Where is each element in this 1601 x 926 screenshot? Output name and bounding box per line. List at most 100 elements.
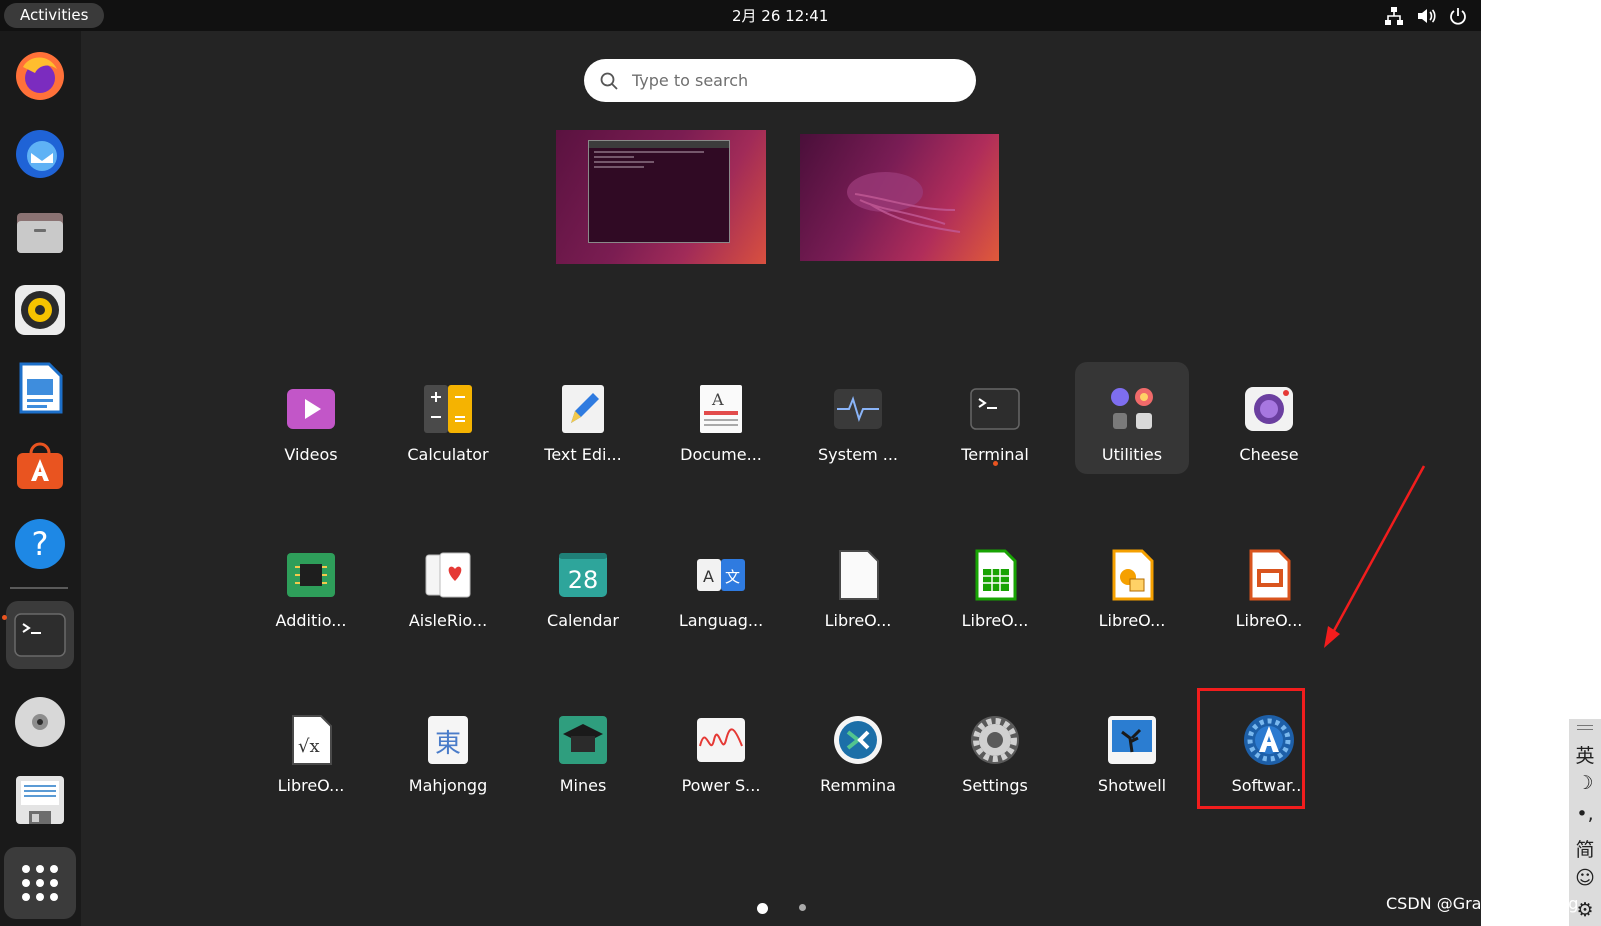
app-label: LibreO... (277, 776, 345, 795)
ubuntu-software-icon (17, 442, 63, 489)
search-bar[interactable] (584, 59, 976, 102)
dock-separator (10, 587, 68, 589)
app-tile-libreoffice-impress[interactable]: LibreO... (1212, 528, 1326, 640)
svg-text:A: A (703, 567, 714, 586)
workspace-thumbnail-1[interactable] (556, 130, 766, 264)
app-tile-aisleriot[interactable]: AisleRio... (391, 528, 505, 640)
app-label: LibreO... (1235, 611, 1303, 630)
page-indicator-2[interactable] (799, 904, 806, 911)
dock-firefox[interactable] (6, 42, 74, 110)
app-tile-libreoffice-math[interactable]: √x LibreO... (254, 693, 368, 805)
app-label: LibreO... (824, 611, 892, 630)
videos-icon (287, 389, 335, 429)
search-input[interactable] (630, 70, 934, 91)
dock: ? (0, 31, 81, 926)
save-floppy-icon (16, 776, 64, 824)
app-tile-videos[interactable]: Videos (254, 362, 368, 474)
app-label: Text Edi... (544, 445, 622, 464)
app-tile-mines[interactable]: Mines (526, 693, 640, 805)
show-apps-icon (22, 865, 58, 901)
app-tile-language-support[interactable]: A 文 Languag... (664, 528, 778, 640)
app-label: Docume... (680, 445, 762, 464)
app-label: LibreO... (961, 611, 1029, 630)
app-tile-settings-gear[interactable]: Settings (938, 693, 1052, 805)
activities-overview: Activities 2月 26 12:41 ? Type to search … (0, 0, 1481, 926)
dock-show-apps[interactable] (4, 847, 76, 919)
app-tile-libreoffice-calc[interactable]: LibreO... (938, 528, 1052, 640)
app-label: Additio... (275, 611, 347, 630)
dock-rhythmbox[interactable] (6, 276, 74, 344)
app-tile-remmina[interactable]: Remmina (801, 693, 915, 805)
app-tile-libreoffice-draw[interactable]: LibreO... (1075, 528, 1189, 640)
power-icon[interactable] (1447, 5, 1469, 27)
page-indicator-1[interactable] (757, 903, 768, 914)
app-tile-terminal[interactable]: Terminal (938, 362, 1052, 474)
dock-libreoffice-writer[interactable] (6, 354, 74, 422)
app-tile-mahjongg[interactable]: 東 Mahjongg (391, 693, 505, 805)
libreoffice-draw-icon (1112, 549, 1154, 601)
annotation-arrow-icon (1324, 465, 1426, 648)
aisleriot-icon (425, 552, 471, 598)
app-tile-calendar[interactable]: 28 Calendar (526, 528, 640, 640)
additional-drivers-icon (287, 553, 335, 597)
app-label: Calculator (407, 445, 489, 464)
system-monitor-icon (834, 389, 882, 429)
files-icon (17, 213, 63, 253)
app-tile-document-viewer[interactable]: A Docume... (664, 362, 778, 474)
settings-gear-icon (971, 716, 1019, 764)
firefox-icon (16, 52, 64, 100)
app-label: Calendar (547, 611, 619, 630)
app-tile-shotwell[interactable]: Shotwell (1075, 693, 1189, 805)
dock-ubuntu-software[interactable] (6, 432, 74, 500)
ime-moon-icon[interactable]: ☽ (1569, 772, 1601, 794)
mines-icon (559, 716, 607, 764)
app-tile-additional-drivers[interactable]: Additio... (254, 528, 368, 640)
calculator-icon (424, 385, 472, 433)
dock-files[interactable] (6, 198, 74, 266)
ime-english-toggle[interactable]: 英 (1569, 741, 1601, 768)
activities-button[interactable]: Activities (4, 3, 105, 28)
svg-text:文: 文 (725, 568, 740, 586)
ime-emoji-icon[interactable]: ☺ (1569, 867, 1601, 889)
ime-simplified-toggle[interactable]: 简 (1569, 835, 1601, 862)
workspace-thumbnail-2[interactable] (800, 134, 999, 261)
app-label: Remmina (820, 776, 896, 795)
dock-floppy[interactable] (6, 766, 74, 834)
running-indicator (993, 461, 998, 466)
dock-thunderbird[interactable] (6, 120, 74, 188)
jellyfish-wallpaper-image (847, 172, 961, 233)
app-label: LibreO... (1098, 611, 1166, 630)
app-tile-libreoffice[interactable]: LibreO... (801, 528, 915, 640)
app-label: Utilities (1101, 445, 1163, 464)
svg-text:A: A (711, 390, 724, 409)
document-viewer-icon: A (700, 385, 742, 433)
help-icon: ? (15, 519, 65, 569)
app-tile-calculator[interactable]: Calculator (391, 362, 505, 474)
terminal-window-thumbnail[interactable] (588, 140, 730, 243)
libreoffice-writer-icon (19, 362, 63, 414)
app-tile-text-editor[interactable]: Text Edi... (526, 362, 640, 474)
app-tile-system-monitor[interactable]: System ... (801, 362, 915, 474)
app-label: System ... (817, 445, 898, 464)
dock-disc[interactable] (6, 688, 74, 756)
network-icon[interactable] (1383, 5, 1405, 27)
dock-terminal[interactable] (6, 601, 74, 669)
power-statistics-icon (697, 718, 745, 762)
app-tile-utilities-folder[interactable]: Utilities (1075, 362, 1189, 474)
ime-punctuation-toggle[interactable]: •, (1569, 803, 1601, 825)
svg-text:√x: √x (298, 736, 320, 757)
app-label: Settings (962, 776, 1028, 795)
dock-help[interactable]: ? (6, 510, 74, 578)
app-tile-cheese[interactable]: Cheese (1212, 362, 1326, 474)
app-label: Videos (284, 445, 338, 464)
terminal-icon (970, 388, 1020, 430)
cheese-icon (1245, 387, 1293, 431)
mahjongg-icon: 東 (428, 716, 468, 764)
clock[interactable]: 2月 26 12:41 (732, 6, 828, 26)
language-support-icon: A文 (697, 559, 745, 591)
volume-icon[interactable] (1415, 5, 1437, 27)
thunderbird-icon (16, 130, 64, 178)
running-indicator (2, 615, 7, 620)
app-tile-power-statistics[interactable]: Power S... (664, 693, 778, 805)
rhythmbox-icon (15, 285, 65, 335)
